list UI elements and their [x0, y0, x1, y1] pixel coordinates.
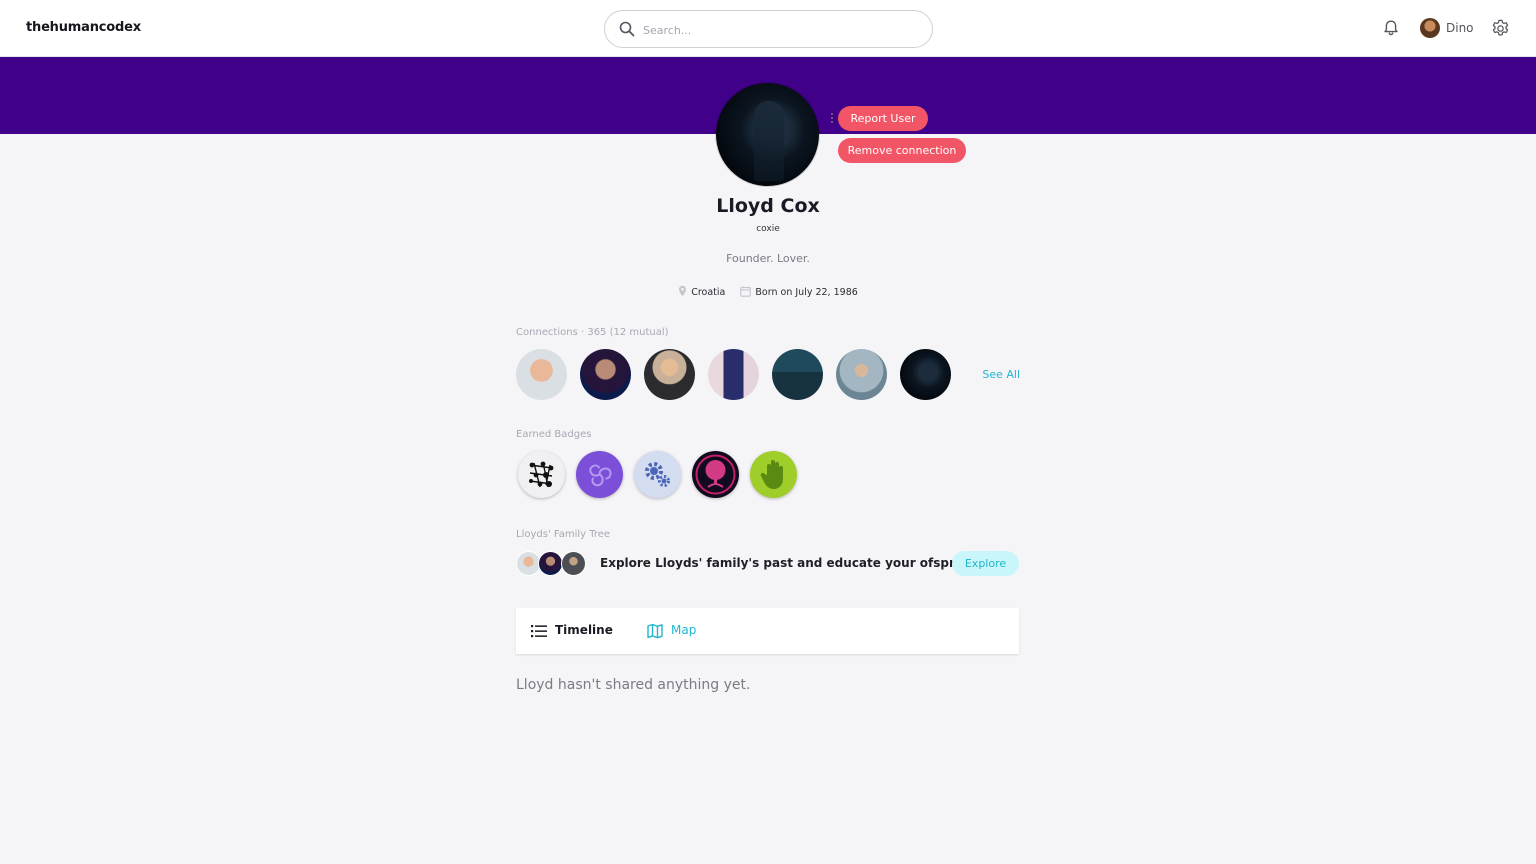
location: Croatia: [678, 285, 725, 298]
gears-badge[interactable]: [634, 451, 681, 498]
gear-icon[interactable]: [1491, 19, 1510, 38]
hand-badge[interactable]: [750, 451, 797, 498]
tab-timeline[interactable]: Timeline: [531, 608, 621, 654]
remove-connection-button[interactable]: Remove connection: [838, 138, 966, 163]
hand-icon: [760, 460, 783, 489]
user-name: Dino: [1446, 21, 1474, 35]
connection-avatar[interactable]: [644, 349, 695, 400]
top-bar: thehumancodex Dino: [0, 0, 1536, 57]
location-text: Croatia: [691, 287, 726, 298]
family-tree-label: Lloyds' Family Tree: [516, 529, 611, 540]
brand-logo[interactable]: thehumancodex: [26, 20, 141, 35]
birth-date: Born on July 22, 1986: [740, 285, 858, 298]
report-user-button[interactable]: Report User: [838, 106, 928, 131]
list-icon: [531, 625, 547, 638]
search-icon: [619, 21, 635, 37]
search-box[interactable]: [604, 10, 933, 48]
triskelion-icon: [589, 464, 612, 487]
profile-handle: coxie: [756, 224, 780, 234]
spiral-badge[interactable]: [576, 451, 623, 498]
connections-label: Connections · 365 (12 mutual): [516, 327, 669, 338]
profile-meta: Croatia Born on July 22, 1986: [568, 285, 968, 298]
connection-avatar[interactable]: [836, 349, 887, 400]
gears-icon: [645, 462, 670, 487]
tab-map-label: Map: [671, 623, 697, 637]
content-tabs: Timeline Map: [516, 608, 1019, 654]
connection-avatar[interactable]: [580, 349, 631, 400]
tab-map[interactable]: Map: [647, 608, 717, 654]
bell-icon[interactable]: [1382, 19, 1400, 37]
family-avatars: [516, 551, 590, 577]
profile-avatar: [716, 83, 819, 186]
connection-avatar[interactable]: [772, 349, 823, 400]
avatar: [1420, 18, 1440, 38]
tree-icon: [695, 454, 736, 495]
search-input[interactable]: [641, 19, 915, 41]
location-pin-icon: [679, 285, 687, 297]
connection-avatar[interactable]: [708, 349, 759, 400]
connection-avatar[interactable]: [516, 349, 567, 400]
see-all-connections-link[interactable]: See All: [960, 368, 1020, 381]
empty-state-text: Lloyd hasn't shared anything yet.: [516, 677, 751, 693]
calendar-icon: [740, 285, 752, 297]
avatar: [538, 551, 563, 576]
badges-label: Earned Badges: [516, 429, 592, 440]
network-icon: [529, 461, 554, 488]
explore-button[interactable]: Explore: [952, 551, 1019, 576]
family-tree-text: Explore Lloyds' family's past and educat…: [600, 556, 984, 570]
birth-date-text: Born on July 22, 1986: [755, 286, 858, 298]
profile-bio: Founder. Lover.: [726, 252, 810, 265]
tree-badge[interactable]: [692, 451, 739, 498]
avatar: [561, 551, 586, 576]
tab-timeline-label: Timeline: [555, 623, 613, 637]
network-badge[interactable]: [518, 451, 565, 498]
more-options-icon[interactable]: [829, 111, 835, 127]
profile-name: Lloyd Cox: [716, 195, 820, 217]
connection-avatar[interactable]: [900, 349, 951, 400]
map-icon: [647, 623, 663, 639]
